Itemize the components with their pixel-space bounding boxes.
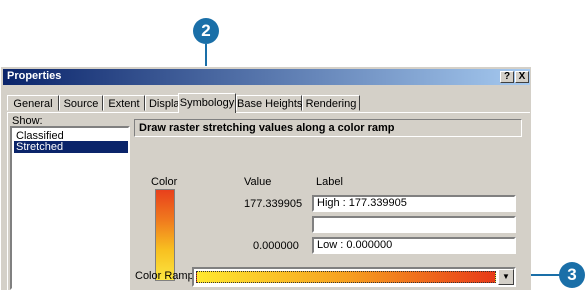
- tab-rendering[interactable]: Rendering: [302, 95, 360, 111]
- color-ramp-swatch[interactable]: [155, 189, 175, 281]
- tab-base-heights[interactable]: Base Heights: [236, 95, 302, 111]
- tab-source[interactable]: Source: [59, 95, 103, 111]
- color-ramp-dropdown[interactable]: ▼: [192, 267, 516, 287]
- chevron-down-icon[interactable]: ▼: [498, 269, 514, 285]
- help-button[interactable]: ?: [500, 71, 514, 83]
- show-item-stretched[interactable]: Stretched: [14, 141, 128, 153]
- mid-label-field[interactable]: [312, 216, 516, 233]
- callout-2-badge: 2: [193, 18, 219, 44]
- low-value: 0.000000: [253, 240, 299, 252]
- title-bar: Properties ? X: [3, 69, 530, 85]
- tab-extent[interactable]: Extent: [103, 95, 145, 111]
- color-column-header: Color: [151, 176, 178, 188]
- tab-general[interactable]: General: [7, 95, 59, 111]
- high-value: 177.339905: [244, 198, 303, 210]
- color-ramp-label: Color Ramp:: [135, 270, 197, 282]
- color-ramp-preview: [196, 271, 496, 283]
- value-column-header: Value: [244, 176, 272, 188]
- callout-3-badge: 3: [559, 262, 585, 288]
- label-column-header: Label: [316, 176, 343, 188]
- tab-symbology[interactable]: Symbology: [178, 93, 236, 113]
- dialog-title: Properties: [7, 70, 62, 82]
- panel-header: Draw raster stretching values along a co…: [134, 119, 522, 137]
- high-label-field[interactable]: High : 177.339905: [312, 195, 516, 212]
- low-label-field[interactable]: Low : 0.000000: [312, 237, 516, 254]
- show-listbox[interactable]: Classified Stretched: [10, 126, 130, 290]
- close-button[interactable]: X: [515, 71, 529, 83]
